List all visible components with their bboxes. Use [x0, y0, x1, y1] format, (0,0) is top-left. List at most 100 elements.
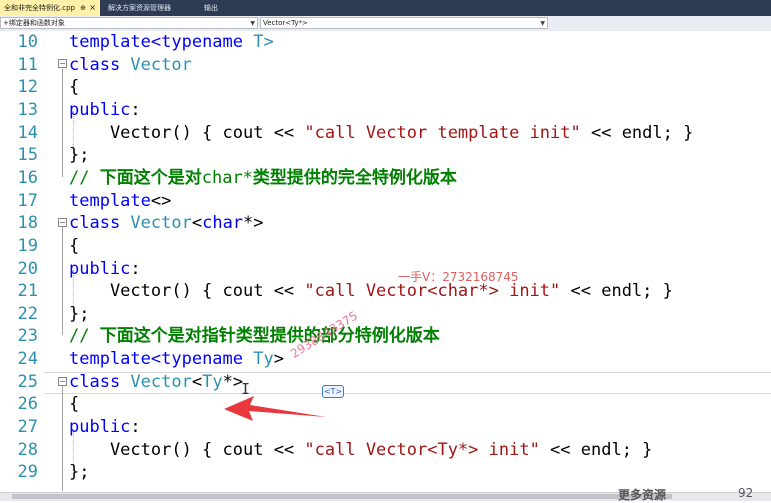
code-text: template<typename T>	[69, 31, 274, 53]
line-number: 20	[17, 258, 38, 279]
code-token: class	[69, 54, 121, 75]
code-token: char	[202, 213, 244, 234]
line-number: 19	[17, 235, 38, 256]
code-editor[interactable]: − − − 10 template<typename T> 11 class Vect…	[0, 31, 771, 492]
line-number: 12	[17, 77, 38, 98]
code-line[interactable]: 17 template<>	[0, 190, 771, 212]
line-number: 24	[17, 349, 38, 370]
code-line[interactable]: 24 template<typename Ty>	[0, 348, 771, 370]
code-text: {	[69, 393, 79, 415]
arrow-shape	[224, 396, 326, 421]
line-number: 15	[17, 145, 38, 166]
code-token: //	[69, 167, 100, 188]
code-line[interactable]: 28 Vector() { cout << "call Vector<Ty*> …	[0, 439, 771, 461]
code-text: // 下面这个是对char*类型提供的完全特例化版本	[69, 167, 457, 189]
code-token: typename	[161, 32, 244, 52]
code-token: };	[69, 303, 90, 324]
tab-label: 输出	[204, 4, 218, 12]
code-token: Vector() { cout <<	[69, 122, 305, 143]
code-line[interactable]: 23 // 下面这个是对指针类型提供的部分特例化版本	[0, 325, 771, 347]
code-line[interactable]: 18 class Vector<char*>	[0, 212, 771, 234]
code-text: };	[69, 144, 89, 166]
code-text: class Vector<char*>	[69, 212, 264, 234]
code-token: <>	[150, 190, 172, 211]
code-token: Vector	[120, 54, 192, 75]
chevron-down-icon: ▼	[540, 20, 545, 27]
code-token: typename	[161, 349, 244, 370]
document-tab-bar: 全和非完全特例化.cpp ⊕ × 解决方案资源管理器 输出	[0, 0, 771, 16]
code-token: Ty	[243, 349, 274, 370]
code-line[interactable]: 21 Vector() { cout << "call Vector<char*…	[0, 280, 771, 302]
tab-solution-explorer[interactable]: 解决方案资源管理器	[104, 0, 175, 16]
code-text: Vector() { cout << "call Vector<Ty*> ini…	[69, 439, 652, 461]
code-token: };	[69, 462, 90, 483]
code-token: Vector	[120, 213, 192, 234]
line-number: 10	[17, 32, 38, 52]
code-token: "call Vector<Ty*> init"	[304, 439, 540, 460]
code-line[interactable]: 12 {	[0, 76, 771, 98]
code-token: <	[191, 371, 203, 392]
code-line[interactable]: 22};	[0, 303, 771, 325]
code-line[interactable]: 20 public:	[0, 258, 771, 280]
red-arrow-annotation	[224, 396, 326, 421]
pin-icon[interactable]: ⊕	[80, 0, 86, 16]
member-dropdown[interactable]: Vector<Ty*> ▼	[260, 17, 548, 29]
line-number: 29	[17, 462, 38, 483]
code-line[interactable]: 15};	[0, 144, 771, 166]
code-text: Vector() { cout << "call Vector<char*> i…	[69, 280, 673, 302]
code-token: Vector() { cout <<	[69, 281, 305, 302]
code-token: template<	[69, 349, 162, 370]
line-number: 14	[17, 122, 38, 143]
chevron-down-icon: ▼	[250, 20, 255, 27]
code-line[interactable]: 14 Vector() { cout << "call Vector templ…	[0, 122, 771, 144]
close-icon[interactable]: ×	[89, 0, 96, 16]
code-text: {	[69, 235, 79, 257]
line-number: 28	[17, 439, 38, 460]
code-line[interactable]: 29};	[0, 461, 771, 483]
scrollbar-thumb[interactable]	[12, 494, 672, 499]
code-token: Ty	[202, 371, 223, 392]
code-line[interactable]: 26 {	[0, 393, 771, 415]
code-token: public	[69, 417, 131, 438]
code-token: class	[69, 213, 121, 234]
code-token: char*	[201, 167, 253, 188]
code-text: template<typename Ty>	[69, 348, 284, 370]
text-cursor-icon: I	[241, 380, 251, 398]
bottom-partial-text: 更多资源	[618, 488, 667, 502]
code-token: {	[69, 394, 80, 415]
code-token: << endl; }	[539, 439, 653, 460]
code-line[interactable]: 27 public:	[0, 416, 771, 438]
code-token: T>	[243, 32, 274, 52]
code-line[interactable]: 13 public:	[0, 99, 771, 121]
line-number: 18	[17, 213, 38, 234]
code-token: Vector() { cout <<	[69, 439, 305, 460]
line-number: 16	[17, 167, 38, 188]
code-token: class	[69, 371, 121, 392]
code-token: :	[130, 99, 141, 120]
watermark-contact: 一手V：2732168745	[398, 270, 519, 284]
code-line[interactable]: 25 class Vector<Ty*>	[0, 371, 771, 393]
line-number: 17	[17, 190, 38, 211]
code-token: <	[191, 213, 203, 234]
tab-active-file[interactable]: 全和非完全特例化.cpp ⊕ ×	[0, 0, 100, 16]
code-token: Vector	[120, 371, 192, 392]
scope-dropdown[interactable]: +绑定器和函数对象 ▼	[0, 17, 258, 29]
code-text: public:	[69, 99, 141, 121]
code-token: 下面这个是对	[99, 167, 202, 188]
code-token: public	[69, 99, 131, 120]
code-text: // 下面这个是对指针类型提供的部分特例化版本	[69, 325, 440, 347]
code-text: Vector() { cout << "call Vector template…	[69, 122, 693, 144]
code-token: *>	[243, 213, 264, 234]
code-line[interactable]: 11 class Vector	[0, 54, 771, 76]
line-number: 25	[17, 371, 38, 392]
bottom-partial-number: 92	[738, 486, 754, 500]
tab-label: 全和非完全特例化.cpp	[4, 4, 75, 12]
code-text: public:	[69, 258, 141, 280]
code-token: 类型提供的完全特例化版本	[252, 167, 457, 188]
line-number: 21	[17, 281, 38, 302]
code-line[interactable]: 10 template<typename T>	[0, 31, 771, 53]
code-line[interactable]: 16 // 下面这个是对char*类型提供的完全特例化版本	[0, 167, 771, 189]
tab-output[interactable]: 输出	[200, 0, 222, 16]
line-number: 23	[17, 326, 38, 347]
code-line[interactable]: 19 {	[0, 235, 771, 257]
